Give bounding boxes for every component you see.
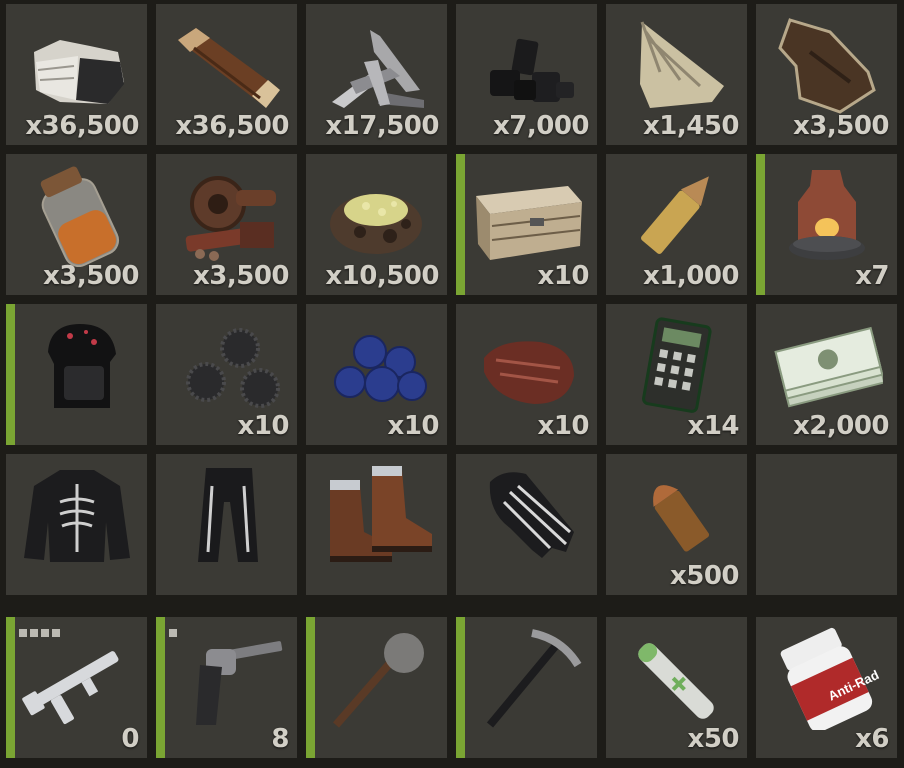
wood-icon bbox=[170, 12, 283, 117]
skeleton-hoodie-icon bbox=[20, 462, 133, 567]
item-quantity: x10 bbox=[537, 261, 590, 291]
inventory-slot[interactable] bbox=[306, 454, 447, 595]
item-quantity: x1,000 bbox=[642, 261, 740, 291]
wooden-box-icon bbox=[470, 162, 583, 267]
item-quantity: x10,500 bbox=[325, 261, 439, 291]
boots-icon bbox=[320, 462, 433, 567]
item-quantity: x7 bbox=[855, 261, 889, 291]
inventory-slot[interactable]: x36,500 bbox=[6, 4, 147, 145]
item-quantity: x3,500 bbox=[192, 261, 290, 291]
item-quantity: x3,500 bbox=[42, 261, 140, 291]
item-quantity: x7,000 bbox=[492, 111, 590, 141]
accent-bar bbox=[456, 617, 465, 758]
metal-fragments-icon bbox=[320, 12, 433, 117]
accent-bar bbox=[306, 617, 315, 758]
inventory-slot[interactable]: x14 bbox=[606, 304, 747, 445]
pistol-ammo-icon bbox=[620, 462, 733, 567]
item-quantity: x36,500 bbox=[25, 111, 139, 141]
inventory-slot[interactable]: x3,500 bbox=[6, 154, 147, 295]
assault-rifle-icon bbox=[20, 625, 133, 730]
item-quantity: x36,500 bbox=[175, 111, 289, 141]
item-quantity: x1,450 bbox=[642, 111, 740, 141]
inventory-slot[interactable] bbox=[156, 454, 297, 595]
rifle-ammo-icon bbox=[620, 162, 733, 267]
accent-bar bbox=[156, 617, 165, 758]
anti-rad-pills-icon: Anti-Rad bbox=[770, 625, 883, 730]
inventory-slot[interactable]: x10,500 bbox=[306, 154, 447, 295]
accent-bar bbox=[756, 154, 765, 295]
inventory-slot[interactable]: x17,500 bbox=[306, 4, 447, 145]
revolver-icon bbox=[170, 625, 283, 730]
inventory-slot[interactable] bbox=[456, 454, 597, 595]
inventory-slot[interactable]: x2,000 bbox=[756, 304, 897, 445]
stone-hatchet-icon bbox=[320, 625, 433, 730]
charcoal-icon bbox=[470, 12, 583, 117]
skeleton-gloves-icon bbox=[470, 462, 583, 567]
inventory-slot[interactable]: x3,500 bbox=[156, 154, 297, 295]
scrap-icon bbox=[170, 162, 283, 267]
inventory-slot[interactable] bbox=[6, 454, 147, 595]
inventory-slot[interactable]: x3,500 bbox=[756, 4, 897, 145]
hotbar-slot[interactable]: x50 bbox=[606, 617, 747, 758]
cooked-meat-icon bbox=[470, 312, 583, 417]
item-quantity: x17,500 bbox=[325, 111, 439, 141]
blueberries-icon bbox=[320, 312, 433, 417]
furnace-icon bbox=[770, 162, 883, 267]
accent-bar bbox=[6, 617, 15, 758]
hotbar-slot[interactable] bbox=[306, 617, 447, 758]
syringe-icon bbox=[620, 625, 733, 730]
calculator-icon bbox=[620, 312, 733, 417]
item-quantity: x500 bbox=[669, 561, 740, 591]
inventory-slot[interactable]: x1,450 bbox=[606, 4, 747, 145]
item-quantity: x10 bbox=[537, 411, 590, 441]
pickaxe-icon bbox=[470, 625, 583, 730]
item-quantity: 8 bbox=[271, 724, 289, 754]
item-quantity: x50 bbox=[687, 724, 740, 754]
hotbar-slot[interactable]: 8 bbox=[156, 617, 297, 758]
sulfur-ore-icon bbox=[320, 162, 433, 267]
low-grade-fuel-icon bbox=[20, 162, 133, 267]
item-quantity: x2,000 bbox=[792, 411, 890, 441]
hotbar-slot[interactable]: 0 bbox=[6, 617, 147, 758]
inventory-slot-empty[interactable] bbox=[756, 454, 897, 595]
blackberries-icon bbox=[170, 312, 283, 417]
accent-bar bbox=[6, 304, 15, 445]
hotbar-slot[interactable] bbox=[456, 617, 597, 758]
skull-mask-icon bbox=[20, 312, 133, 417]
inventory-slot[interactable]: x10 bbox=[456, 154, 597, 295]
leather-icon bbox=[770, 12, 883, 117]
inventory-slot[interactable]: x10 bbox=[306, 304, 447, 445]
item-quantity: x3,500 bbox=[792, 111, 890, 141]
item-quantity: x10 bbox=[237, 411, 290, 441]
inventory-slot[interactable]: x10 bbox=[156, 304, 297, 445]
item-quantity: x14 bbox=[687, 411, 740, 441]
cloth-icon bbox=[620, 12, 733, 117]
item-quantity: 0 bbox=[121, 724, 139, 754]
inventory-slot[interactable]: x1,000 bbox=[606, 154, 747, 295]
inventory-slot[interactable] bbox=[6, 304, 147, 445]
inventory-panel: x36,500 x36,500 x17,500 x7,000 x1,450 x3… bbox=[0, 0, 904, 768]
inventory-slot[interactable]: x7 bbox=[756, 154, 897, 295]
accent-bar bbox=[456, 154, 465, 295]
inventory-slot[interactable]: x7,000 bbox=[456, 4, 597, 145]
item-quantity: x10 bbox=[387, 411, 440, 441]
hotbar-slot[interactable]: Anti-Rad x6 bbox=[756, 617, 897, 758]
stones-icon bbox=[20, 12, 133, 117]
inventory-slot[interactable]: x10 bbox=[456, 304, 597, 445]
skeleton-pants-icon bbox=[170, 462, 283, 567]
inventory-slot[interactable]: x500 bbox=[606, 454, 747, 595]
cash-icon bbox=[770, 312, 883, 417]
item-quantity: x6 bbox=[855, 724, 889, 754]
inventory-slot[interactable]: x36,500 bbox=[156, 4, 297, 145]
